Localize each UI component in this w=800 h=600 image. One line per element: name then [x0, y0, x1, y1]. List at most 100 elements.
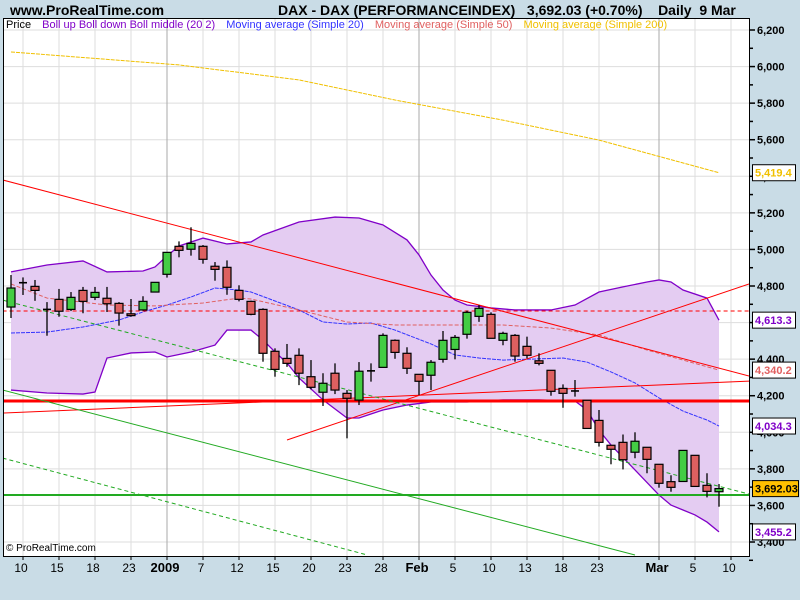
- period: Daily: [658, 2, 692, 18]
- x-tick-label: 10: [14, 561, 28, 575]
- candle-body-up: [714, 488, 724, 493]
- legend-ma200[interactable]: Moving average (Simple 200): [524, 19, 668, 31]
- value-label-ma200: 5,419.4: [752, 164, 796, 182]
- candle-body-up: [426, 361, 436, 376]
- candle-body-down: [294, 354, 304, 374]
- candle-body-down: [234, 289, 244, 300]
- chart-title: DAX - DAX (PERFORMANCEINDEX) 3,692.03 (+…: [278, 2, 736, 18]
- x-tick-label: 20: [302, 561, 316, 575]
- candle[interactable]: [462, 310, 472, 339]
- value-label-bollinger: 3,455.2: [752, 523, 796, 541]
- candle-body-up: [186, 242, 196, 250]
- candle-body-up: [318, 382, 328, 393]
- candle[interactable]: [678, 449, 688, 483]
- candle[interactable]: [690, 454, 700, 488]
- candle-body-down: [342, 392, 352, 399]
- y-tick-label: 5,000: [757, 244, 785, 256]
- value-label-ma50: 4,340.2: [752, 361, 796, 379]
- candle[interactable]: [486, 312, 496, 339]
- candle[interactable]: [582, 399, 592, 430]
- y-tick-label: 4,800: [757, 281, 785, 293]
- candle-body-down: [594, 419, 604, 443]
- candle-body-down: [618, 441, 628, 461]
- x-tick-label: 12: [230, 561, 244, 575]
- candle[interactable]: [162, 251, 172, 278]
- candle-body-down: [30, 285, 40, 291]
- candle-body-down: [702, 484, 712, 492]
- current-date: 9 Mar: [699, 2, 736, 18]
- y-tick-label: 3,800: [757, 464, 785, 476]
- candle-body-down: [390, 339, 400, 353]
- candle-body-down: [330, 372, 340, 391]
- candle-body-down: [246, 300, 256, 315]
- x-tick-label: 15: [50, 561, 64, 575]
- candle-body-down: [210, 265, 220, 270]
- last-quote: 3,692.03 (+0.70%): [526, 2, 643, 18]
- value-label-text: 5,419.4: [755, 168, 793, 180]
- candle[interactable]: [378, 333, 388, 368]
- legend-price[interactable]: Price: [6, 19, 31, 31]
- candle-body-down: [642, 446, 652, 460]
- price-chart[interactable]: 6,2006,0005,8005,6005,4005,2005,0004,800…: [0, 0, 800, 600]
- candle-body-up: [6, 287, 16, 308]
- candle-body-down: [270, 350, 280, 370]
- candle-body-up: [450, 336, 460, 351]
- value-label-bollinger: 4,034.3: [752, 417, 796, 435]
- y-tick-label: 6,200: [757, 25, 785, 37]
- y-tick-label: 5,600: [757, 135, 785, 147]
- candle-body-down: [486, 313, 496, 339]
- x-tick-label: 10: [482, 561, 496, 575]
- candle-body-up: [162, 251, 172, 275]
- x-tick-label: 5: [690, 561, 697, 575]
- value-label-bollinger: 4,613.3: [752, 311, 796, 329]
- candle-body-down: [690, 454, 700, 488]
- candle[interactable]: [246, 300, 256, 316]
- candle-body-down: [666, 481, 676, 488]
- candle-body-down: [582, 399, 592, 430]
- candle-body-up: [66, 296, 76, 311]
- y-tick-label: 4,200: [757, 391, 785, 403]
- candle[interactable]: [258, 308, 268, 362]
- instrument-name: DAX - DAX (PERFORMANCEINDEX): [278, 2, 516, 18]
- candle-body-down: [102, 297, 112, 305]
- candle-body-down: [54, 298, 64, 312]
- legend-bollinger[interactable]: Boll up Boll down Boll middle (20 2): [42, 19, 215, 31]
- candle-body-up: [378, 334, 388, 368]
- x-tick-label: Feb: [405, 560, 428, 575]
- x-tick-label: 5: [450, 561, 457, 575]
- candle[interactable]: [546, 369, 556, 396]
- y-tick-label: 5,800: [757, 98, 785, 110]
- x-tick-label: 18: [86, 561, 100, 575]
- candle-body-down: [282, 357, 292, 364]
- x-tick-label: 2009: [151, 560, 180, 575]
- x-tick-label: 23: [590, 561, 604, 575]
- y-tick-label: 3,600: [757, 500, 785, 512]
- x-tick-label: 13: [518, 561, 532, 575]
- candle-body-down: [510, 334, 520, 357]
- value-label-price: 3,692.03: [752, 480, 799, 498]
- candle-body-down: [534, 360, 544, 364]
- candle-body-down: [606, 444, 616, 450]
- legend-ma20[interactable]: Moving average (Simple 20): [226, 19, 364, 31]
- candle-body-down: [258, 308, 268, 354]
- candle-body-down: [198, 245, 208, 260]
- copyright: © ProRealTime.com: [6, 543, 96, 554]
- value-label-text: 3,455.2: [755, 527, 792, 539]
- site-title: www.ProRealTime.com: [10, 2, 165, 18]
- candle-body-up: [630, 440, 640, 453]
- candle-body-down: [114, 302, 124, 314]
- value-label-text: 4,340.2: [755, 365, 792, 377]
- y-tick-label: 6,000: [757, 62, 785, 74]
- value-label-text: 4,613.3: [755, 315, 792, 327]
- x-tick-label: Mar: [645, 560, 668, 575]
- indicator-legend: Price Boll up Boll down Boll middle (20 …: [6, 19, 675, 31]
- x-tick-label: 23: [338, 561, 352, 575]
- candle-body-up: [438, 339, 448, 360]
- value-label-text: 4,034.3: [755, 421, 792, 433]
- candle-body-down: [78, 289, 88, 302]
- candle-body-up: [678, 449, 688, 483]
- candle[interactable]: [150, 281, 160, 293]
- candle-body-down: [402, 352, 412, 369]
- x-tick-label: 15: [266, 561, 280, 575]
- legend-ma50[interactable]: Moving average (Simple 50): [375, 19, 513, 31]
